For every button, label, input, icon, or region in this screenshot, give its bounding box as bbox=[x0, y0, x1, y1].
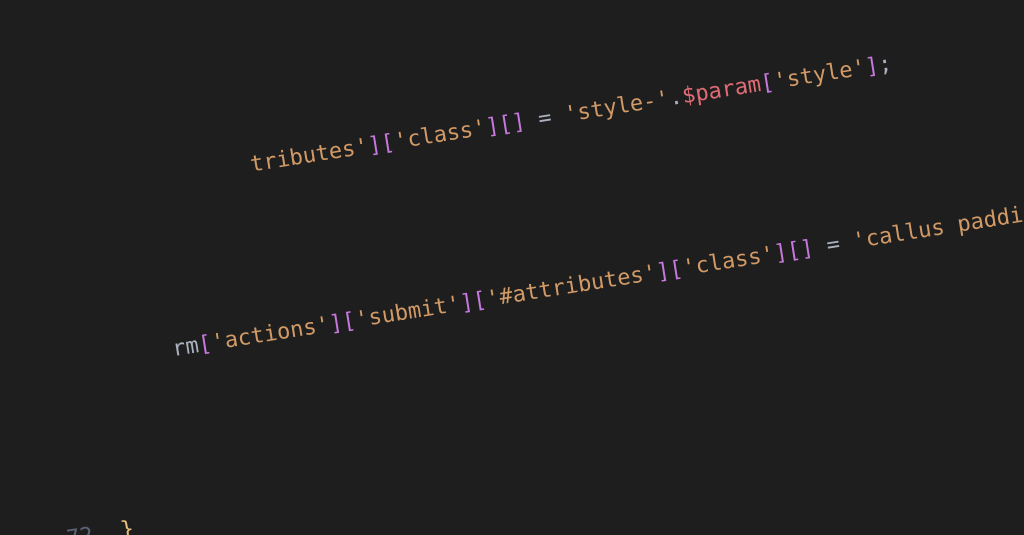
code-content: rontmap_contact'; bbox=[38, 0, 1024, 43]
editor-viewport: rontmap_contact'; tributes']['class'][] … bbox=[0, 0, 1024, 535]
code-content: } = 'btn-green bor bbox=[118, 324, 1024, 535]
code-line[interactable]: 72 } = 'btn-green bor bbox=[21, 280, 1024, 535]
code-line[interactable]: tributes']['class'][] = 'style-'.$param[… bbox=[0, 0, 1024, 227]
line-number: 72 bbox=[21, 514, 123, 535]
line-number bbox=[0, 9, 43, 58]
line-number bbox=[0, 178, 70, 227]
code-content: rm['actions']['submit']['#attributes']['… bbox=[91, 176, 1024, 380]
code-line[interactable]: rm['actions']['submit']['#attributes']['… bbox=[0, 111, 1024, 395]
code-content: tributes']['class'][] = 'style-'.$param[… bbox=[65, 47, 895, 211]
code-canvas[interactable]: rontmap_contact'; tributes']['class'][] … bbox=[0, 0, 1024, 535]
line-number bbox=[0, 346, 97, 395]
